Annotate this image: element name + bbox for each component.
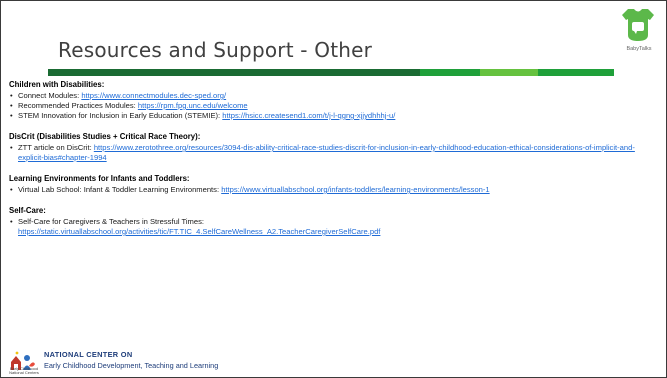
resource-list: Connect Modules: https://www.connectmodu… (9, 91, 657, 121)
resource-list: Self-Care for Caregivers & Teachers in S… (9, 217, 657, 237)
title-underline-light (480, 69, 538, 76)
section-heading: Children with Disabilities: (9, 80, 105, 89)
section-children-disabilities: Children with Disabilities: Connect Modu… (9, 80, 657, 121)
item-label: ZTT article on DisCrit: (18, 143, 94, 152)
list-item: Self-Care for Caregivers & Teachers in S… (9, 217, 657, 237)
resource-link[interactable]: https://rpm.fpg.unc.edu/welcome (138, 101, 248, 110)
slide: Resources and Support - Other BabyTalks … (0, 0, 667, 378)
resource-content: Children with Disabilities: Connect Modu… (9, 80, 657, 248)
resource-link[interactable]: https://www.virtuallabschool.org/infants… (221, 185, 489, 194)
resource-link[interactable]: https://static.virtuallabschool.org/acti… (18, 227, 380, 236)
section-heading: Learning Environments for Infants and To… (9, 174, 190, 183)
org-subtitle: Early Childhood Development, Teaching an… (44, 361, 219, 370)
section-self-care: Self-Care: Self-Care for Caregivers & Te… (9, 206, 657, 237)
item-label: STEM Innovation for Inclusion in Early E… (18, 111, 223, 120)
list-item: Recommended Practices Modules: https://r… (9, 101, 657, 111)
title-underline-dark (48, 69, 420, 76)
item-label: Virtual Lab School: Infant & Toddler Lea… (18, 185, 222, 194)
item-label: Connect Modules: (18, 91, 82, 100)
list-item: Virtual Lab School: Infant & Toddler Lea… (9, 185, 657, 195)
section-heading: Self-Care: (9, 206, 46, 215)
babytalks-logo-icon (622, 9, 654, 41)
resource-link[interactable]: https://www.connectmodules.dec-sped.org/ (81, 91, 226, 100)
title-underline-mid (420, 69, 480, 76)
slide-title: Resources and Support - Other (58, 38, 373, 62)
resource-link[interactable]: https://hsicc.createsend1.com/t/j-l-qgng… (222, 111, 395, 120)
logo-caption: Early Childhood National Centers (9, 366, 39, 376)
section-heading: DisCrit (Disabilities Studies + Critical… (9, 132, 201, 141)
list-item: Connect Modules: https://www.connectmodu… (9, 91, 657, 101)
section-learning-environments: Learning Environments for Infants and To… (9, 174, 657, 195)
org-title: NATIONAL CENTER ON (44, 350, 133, 359)
resource-list: ZTT article on DisCrit: https://www.zero… (9, 143, 657, 163)
resource-link[interactable]: https://www.zerotothree.org/resources/30… (18, 143, 635, 162)
list-item: STEM Innovation for Inclusion in Early E… (9, 111, 657, 121)
logo-caption: BabyTalks (626, 46, 652, 52)
item-label: Recommended Practices Modules: (18, 101, 138, 110)
title-underline-end (538, 69, 614, 76)
resource-list: Virtual Lab School: Infant & Toddler Lea… (9, 185, 657, 195)
list-item: ZTT article on DisCrit: https://www.zero… (9, 143, 657, 163)
section-discrit: DisCrit (Disabilities Studies + Critical… (9, 132, 657, 163)
item-label: Self-Care for Caregivers & Teachers in S… (18, 217, 204, 226)
